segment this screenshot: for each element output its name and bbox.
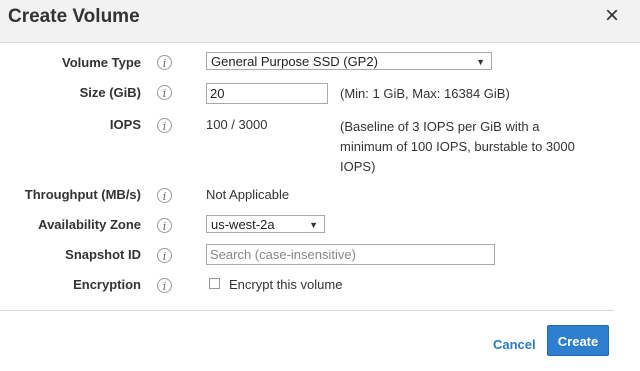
availability-zone-select[interactable]: us-west-2a ▼ <box>206 215 325 233</box>
dialog-header: Create Volume × <box>0 0 640 43</box>
chevron-down-icon: ▼ <box>309 220 318 230</box>
close-icon[interactable]: × <box>605 4 619 28</box>
availability-zone-label: Availability Zone <box>38 217 141 232</box>
encrypt-checkbox[interactable] <box>209 278 220 289</box>
cancel-button[interactable]: Cancel <box>493 337 536 352</box>
info-icon[interactable]: i <box>157 218 172 233</box>
iops-value: 100 / 3000 <box>206 117 268 132</box>
info-icon[interactable]: i <box>157 118 172 133</box>
snapshot-id-placeholder: Search (case-insensitive) <box>210 247 356 262</box>
size-input[interactable]: 20 <box>206 83 328 104</box>
throughput-value: Not Applicable <box>206 187 290 202</box>
info-icon[interactable]: i <box>157 188 172 203</box>
size-label: Size (GiB) <box>79 85 141 100</box>
volume-type-select[interactable]: General Purpose SSD (GP2) ▼ <box>206 52 492 70</box>
info-icon[interactable]: i <box>157 55 172 70</box>
dialog-title: Create Volume <box>8 6 140 27</box>
size-hint: (Min: 1 GiB, Max: 16384 GiB) <box>340 86 510 101</box>
snapshot-id-input[interactable]: Search (case-insensitive) <box>206 244 495 265</box>
create-button[interactable]: Create <box>547 325 609 356</box>
iops-note: (Baseline of 3 IOPS per GiB with a minim… <box>340 119 575 174</box>
info-icon[interactable]: i <box>157 85 172 100</box>
info-icon[interactable]: i <box>157 278 172 293</box>
chevron-down-icon: ▼ <box>476 57 485 67</box>
throughput-label: Throughput (MB/s) <box>24 187 141 202</box>
encrypt-checkbox-label[interactable]: Encrypt this volume <box>229 277 342 292</box>
snapshot-id-label: Snapshot ID <box>65 247 141 262</box>
volume-type-value: General Purpose SSD (GP2) <box>211 54 378 69</box>
iops-label: IOPS <box>109 117 141 132</box>
encryption-label: Encryption <box>73 277 141 292</box>
volume-type-label: Volume Type <box>62 55 141 70</box>
availability-zone-value: us-west-2a <box>211 217 275 232</box>
footer-divider <box>0 310 614 311</box>
info-icon[interactable]: i <box>157 248 172 263</box>
